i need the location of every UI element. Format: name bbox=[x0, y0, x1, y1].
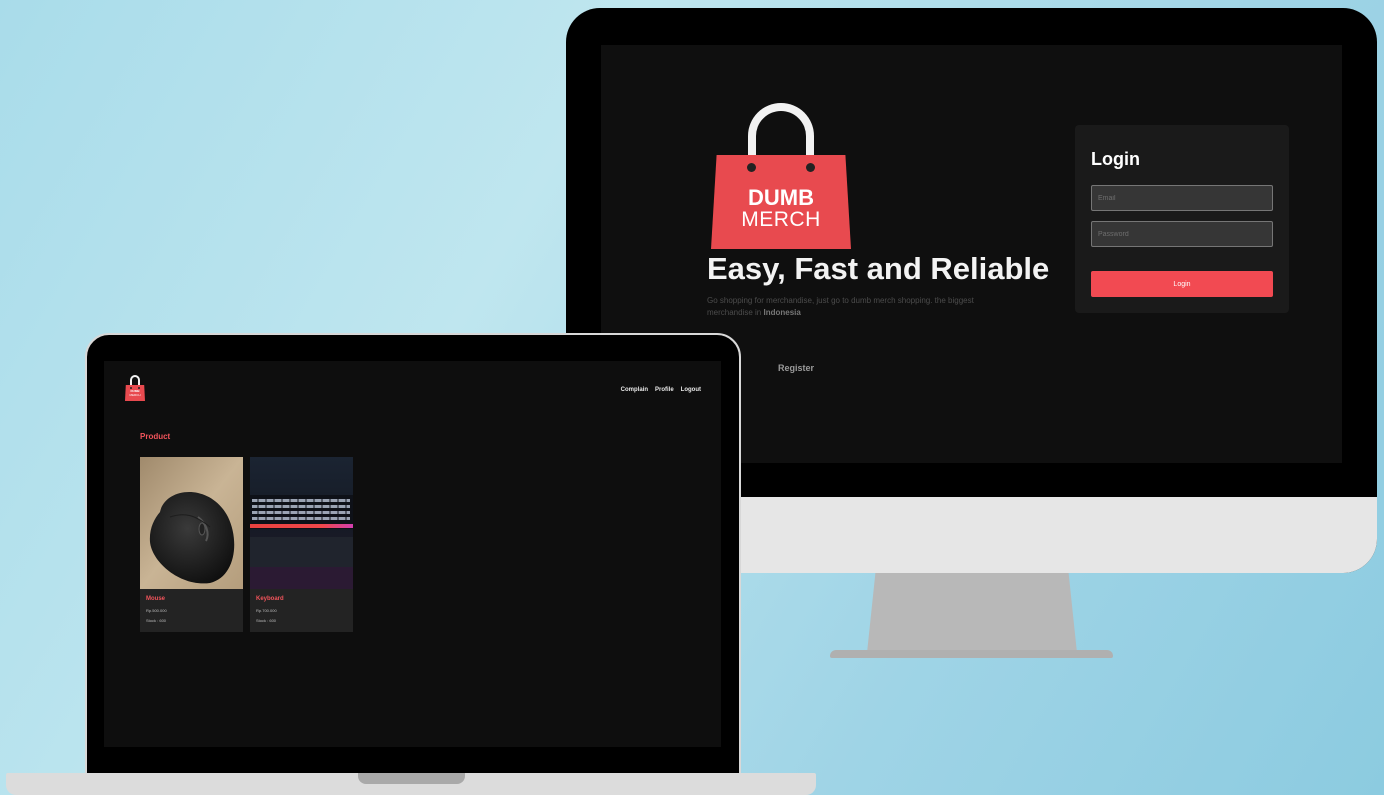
product-name: Keyboard bbox=[256, 596, 284, 602]
login-title: Login bbox=[1091, 149, 1140, 169]
login-button[interactable]: Login bbox=[1091, 271, 1273, 297]
product-stock: Stock : 600 bbox=[256, 618, 277, 623]
product-image-keyboard bbox=[250, 457, 353, 589]
dumbmerch-logo-icon[interactable]: DUMB MERCH bbox=[125, 375, 145, 401]
nav-complain[interactable]: Complain bbox=[621, 387, 648, 393]
laptop-screen: DUMB MERCH Complain Profile Logout Produ… bbox=[104, 361, 721, 747]
product-image-mouse bbox=[140, 457, 243, 589]
product-name: Mouse bbox=[146, 596, 166, 602]
dumbmerch-logo-icon: DUMB MERCH bbox=[711, 103, 851, 249]
hero-subtext-bold: Indonesia bbox=[763, 308, 801, 317]
logo-text-merch: MERCH bbox=[129, 393, 141, 397]
hero-subtext-main: Go shopping for merchandise, just go to … bbox=[707, 296, 974, 317]
register-button[interactable]: Register bbox=[778, 363, 814, 373]
logo-text-merch: MERCH bbox=[741, 208, 821, 231]
monitor-base bbox=[830, 650, 1113, 658]
laptop-frame: DUMB MERCH Complain Profile Logout Produ… bbox=[85, 333, 741, 778]
email-field[interactable] bbox=[1091, 185, 1273, 211]
login-card: Login Login bbox=[1075, 125, 1289, 313]
hero-subtext: Go shopping for merchandise, just go to … bbox=[707, 295, 977, 319]
hero-headline: Easy, Fast and Reliable bbox=[707, 251, 1050, 286]
product-price: Rp.700.000 bbox=[256, 608, 277, 613]
product-stock: Stock : 600 bbox=[146, 618, 167, 623]
password-field[interactable] bbox=[1091, 221, 1273, 247]
nav-logout[interactable]: Logout bbox=[681, 387, 701, 393]
logo-text-dumb: DUMB bbox=[748, 185, 814, 210]
monitor-stand bbox=[867, 573, 1077, 653]
nav-profile[interactable]: Profile bbox=[655, 387, 674, 393]
product-card-mouse[interactable]: Mouse Rp.500.000 Stock : 600 bbox=[140, 457, 243, 632]
product-card-keyboard[interactable]: Keyboard Rp.700.000 Stock : 600 bbox=[250, 457, 353, 632]
section-title: Product bbox=[140, 432, 171, 441]
product-price: Rp.500.000 bbox=[146, 608, 167, 613]
laptop-notch bbox=[358, 773, 465, 784]
top-nav: Complain Profile Logout bbox=[621, 387, 701, 393]
